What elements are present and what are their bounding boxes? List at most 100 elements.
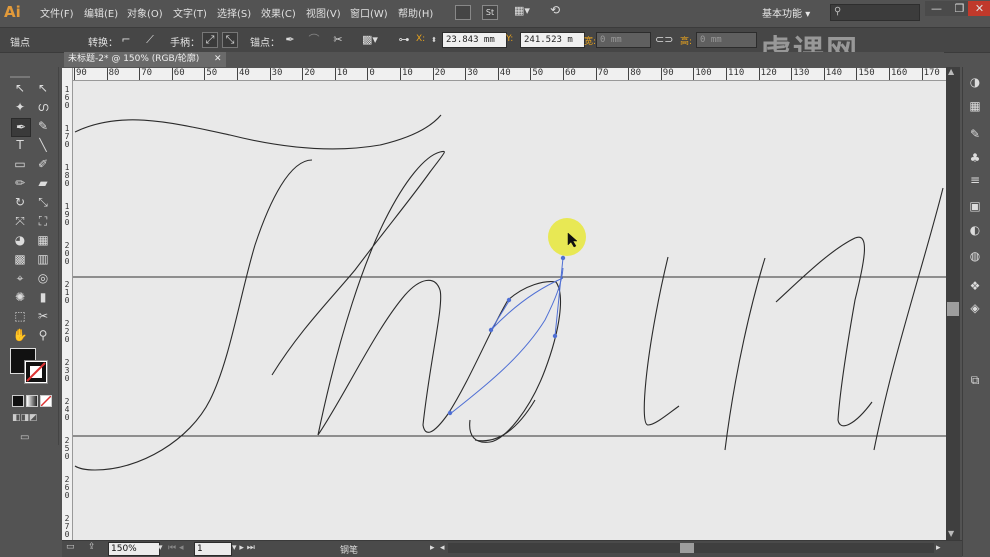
gradient-icon[interactable]: ▥ xyxy=(34,251,52,268)
pencil-icon[interactable]: ✏ xyxy=(11,175,29,192)
menu-effect[interactable]: 效果(C) xyxy=(261,5,296,20)
document-tab[interactable]: 未标题-2* @ 150% (RGB/轮廓) ✕ xyxy=(64,52,226,67)
first-artboard-icon[interactable]: ⏮ ◂ xyxy=(168,543,183,553)
help-search-input[interactable]: ⚲ xyxy=(830,4,920,21)
color-mode-icon[interactable] xyxy=(12,395,24,407)
gradient-mode-icon[interactable] xyxy=(26,395,38,407)
selection-icon[interactable]: ↖ xyxy=(11,80,29,97)
artboard-icon[interactable]: ⬚ xyxy=(11,308,29,325)
swatches-icon[interactable]: ▦ xyxy=(966,98,984,114)
appearance-icon[interactable]: ◍ xyxy=(966,248,984,264)
convert-smooth-icon[interactable]: ⟋ xyxy=(142,32,158,48)
tools-grip[interactable] xyxy=(10,76,30,78)
rotate-icon[interactable]: ↻ xyxy=(11,194,29,211)
menu-file[interactable]: 文件(F) xyxy=(40,5,74,20)
convert-corner-icon[interactable]: ⌐ xyxy=(118,32,134,48)
menu-view[interactable]: 视图(V) xyxy=(306,5,341,20)
palette-icon[interactable]: ◑ xyxy=(966,74,984,90)
paintbrush-icon[interactable]: ✐ xyxy=(34,156,52,173)
width-icon[interactable]: ⤧ xyxy=(11,213,29,230)
eraser-icon[interactable]: ▰ xyxy=(34,175,52,192)
mesh-icon[interactable]: ▩ xyxy=(11,251,29,268)
anchor-point xyxy=(506,297,512,303)
scale-icon[interactable]: ⤡ xyxy=(34,194,52,211)
connect-anchor-icon[interactable]: ⌒ xyxy=(306,32,322,48)
zoom-level-field[interactable]: 150% xyxy=(108,542,160,556)
graph-icon[interactable]: ▮ xyxy=(34,289,52,306)
symbols-icon[interactable]: ♣ xyxy=(966,150,984,166)
sync-icon[interactable]: ⟲ xyxy=(550,3,566,19)
close-tab-icon[interactable]: ✕ xyxy=(214,52,222,67)
perspective-icon[interactable]: ▦ xyxy=(34,232,52,249)
minimize-button[interactable]: — xyxy=(925,1,948,16)
export-icon[interactable]: ⇪ xyxy=(88,542,102,554)
menu-bar: Ai 文件(F) 编辑(E) 对象(O) 文字(T) 选择(S) 效果(C) 视… xyxy=(0,0,990,25)
isolate-icon[interactable]: ▩▾ xyxy=(362,32,378,48)
show-handles-icon[interactable]: ⤢ xyxy=(202,32,218,48)
menu-help[interactable]: 帮助(H) xyxy=(398,5,433,20)
remove-anchor-icon[interactable]: ✒ xyxy=(282,32,298,48)
artboard-canvas[interactable] xyxy=(73,81,946,540)
graphic-styles-icon[interactable]: ❖ xyxy=(966,278,984,294)
artboards-icon[interactable]: ⧉ xyxy=(966,372,984,388)
draw-mode-icon[interactable]: ◧◨◩ xyxy=(12,413,48,425)
width-input[interactable]: 0 mm xyxy=(596,32,651,48)
pen-icon[interactable]: ✒ xyxy=(11,118,31,137)
artboard-dropdown-icon[interactable]: ▾ ▸ ⏭ xyxy=(232,543,255,553)
none-mode-icon[interactable] xyxy=(40,395,52,407)
x-input[interactable]: 23.843 mm xyxy=(442,32,507,48)
slice-icon[interactable]: ✂ xyxy=(34,308,52,325)
magic-wand-icon[interactable]: ✦ xyxy=(11,99,29,116)
symbol-sprayer-icon[interactable]: ✺ xyxy=(11,289,29,306)
zoom-icon[interactable]: ⚲ xyxy=(34,327,52,344)
height-input[interactable]: 0 mm xyxy=(696,32,757,48)
scroll-down-icon[interactable]: ▼ xyxy=(948,529,954,538)
artwork-svg[interactable] xyxy=(73,81,946,540)
menu-type[interactable]: 文字(T) xyxy=(173,5,207,20)
cut-path-icon[interactable]: ✂ xyxy=(330,32,346,48)
lasso-icon[interactable]: ഗ xyxy=(34,99,52,116)
status-menu-icon[interactable]: ▸ xyxy=(430,543,435,553)
bridge-button[interactable] xyxy=(455,5,471,20)
menu-edit[interactable]: 编辑(E) xyxy=(84,5,118,20)
shape-builder-icon[interactable]: ◕ xyxy=(11,232,29,249)
scroll-up-icon[interactable]: ▲ xyxy=(948,67,954,76)
workspace-switcher[interactable]: 基本功能 ▾ xyxy=(762,5,810,20)
curvature-icon[interactable]: ✎ xyxy=(34,118,52,135)
x-stepper-icon[interactable]: ⬍ xyxy=(430,32,438,48)
layers-icon[interactable]: ◈ xyxy=(966,300,984,316)
close-window-button[interactable]: ✕ xyxy=(968,1,990,16)
vertical-scroll-thumb[interactable] xyxy=(947,302,959,316)
transparency-icon[interactable]: ◐ xyxy=(966,222,984,238)
stroke-icon[interactable]: ≡ xyxy=(966,172,984,188)
horizontal-scroll-thumb[interactable] xyxy=(680,543,694,553)
scroll-right-icon[interactable]: ▸ xyxy=(936,543,941,553)
gradient-panel-icon[interactable]: ▣ xyxy=(966,198,984,214)
direct-selection-icon[interactable]: ↖ xyxy=(34,80,52,97)
horizontal-ruler[interactable]: 90 80 70 60 50 40 30 20 10 0 10 20 30 40 50 60 70 80 90 100… xyxy=(72,68,946,81)
align-icon[interactable]: ⊶ xyxy=(396,32,412,48)
type-icon[interactable]: T xyxy=(11,137,29,154)
vertical-ruler[interactable]: 1 6 0 1 7 0 1 8 0 1 9 0 2 0 0 2 1 0 2 2 0 2 3 0… xyxy=(62,68,73,540)
artboard-number-field[interactable]: 1 xyxy=(194,542,232,556)
hand-icon[interactable]: ✋ xyxy=(11,327,29,344)
rectangle-icon[interactable]: ▭ xyxy=(11,156,29,173)
y-input[interactable]: 241.523 m xyxy=(520,32,585,48)
eyedropper-icon[interactable]: ⌖ xyxy=(11,270,29,287)
stroke-color-swatch[interactable] xyxy=(24,360,48,384)
constrain-link-icon[interactable]: ⊂⊃ xyxy=(655,32,673,48)
scroll-left-icon[interactable]: ◂ xyxy=(440,543,445,553)
screen-mode-icon[interactable]: ▭ xyxy=(20,432,38,444)
menu-select[interactable]: 选择(S) xyxy=(217,5,251,20)
free-transform-icon[interactable]: ⛶ xyxy=(34,213,52,230)
hide-handles-icon[interactable]: ⤡ xyxy=(222,32,238,48)
menu-window[interactable]: 窗口(W) xyxy=(350,5,388,20)
menu-object[interactable]: 对象(O) xyxy=(127,5,163,20)
brushes-icon[interactable]: ✎ xyxy=(966,126,984,142)
zoom-dropdown-icon[interactable]: ▾ xyxy=(158,543,163,553)
blend-icon[interactable]: ◎ xyxy=(34,270,52,287)
arrange-documents-icon[interactable]: ▦▾ xyxy=(514,4,538,19)
stock-button[interactable]: St xyxy=(482,5,498,20)
artboard-nav-icon[interactable]: ▭ xyxy=(66,542,80,554)
line-segment-icon[interactable]: ╲ xyxy=(34,137,52,154)
